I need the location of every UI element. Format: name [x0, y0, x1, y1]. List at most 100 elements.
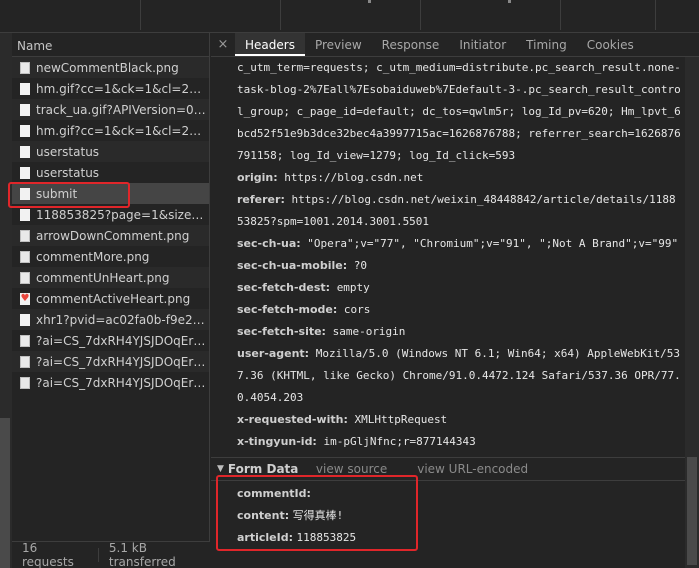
network-timeline — [0, 0, 699, 33]
header-value: ?0 — [353, 259, 367, 272]
header-value: c_utm_term=requests; c_utm_medium=distri… — [237, 61, 681, 162]
header-value: cors — [343, 303, 371, 316]
file-icon — [20, 124, 30, 137]
file-icon — [20, 313, 30, 326]
request-name: hm.gif?cc=1&ck=1&cl=24-bit… — [36, 123, 206, 138]
request-row[interactable]: ?ai=CS_7dxRH4YJSJDOqErtoPi… — [12, 351, 209, 372]
file-icon — [20, 82, 30, 95]
request-row[interactable]: ?ai=CS_7dxRH4YJSJDOqErtoPi… — [12, 330, 209, 351]
tab-cookies[interactable]: Cookies — [577, 33, 644, 56]
request-name: commentMore.png — [36, 249, 150, 264]
header-row: user-agent: Mozilla/5.0 (Windows NT 6.1;… — [211, 343, 685, 409]
status-bar: 16 requests 5.1 kB transferred — [12, 541, 210, 568]
header-key: origin: — [237, 171, 278, 184]
request-name: commentUnHeart.png — [36, 270, 170, 285]
header-value: empty — [336, 281, 370, 294]
view-source-link[interactable]: view source — [316, 462, 387, 476]
request-row[interactable]: commentUnHeart.png — [12, 267, 209, 288]
image-file-icon — [20, 334, 30, 347]
image-file-icon — [20, 250, 30, 263]
image-file-icon — [20, 271, 30, 284]
request-name: commentActiveHeart.png — [36, 291, 191, 306]
left-gutter — [0, 33, 12, 568]
timeline-tick — [655, 0, 656, 30]
request-name: ?ai=CS_7dxRH4YJSJDOqErtoPi… — [36, 375, 206, 390]
triangle-down-icon[interactable]: ▼ — [217, 464, 224, 474]
tab-response[interactable]: Response — [372, 33, 450, 56]
request-row[interactable]: newCommentBlack.png — [12, 57, 209, 78]
request-row[interactable]: commentMore.png — [12, 246, 209, 267]
header-key: sec-fetch-mode: — [237, 303, 338, 316]
request-row[interactable]: arrowDownComment.png — [12, 225, 209, 246]
header-row: referer: https://blog.csdn.net/weixin_48… — [211, 189, 685, 233]
request-list-panel: Name newCommentBlack.png hm.gif?cc=1&ck=1… — [12, 33, 210, 568]
header-key: referer: — [237, 193, 285, 206]
file-icon — [20, 166, 30, 179]
request-row[interactable]: hm.gif?cc=1&ck=1&cl=24-bit… — [12, 120, 209, 141]
request-row[interactable]: ♥ commentActiveHeart.png — [12, 288, 209, 309]
header-value: XMLHttpRequest — [354, 413, 448, 426]
image-file-icon — [20, 376, 30, 389]
request-row[interactable]: track_ua.gif?APIVersion=0.6.0… — [12, 99, 209, 120]
transferred-size: 5.1 kB transferred — [108, 541, 176, 568]
request-count: 16 requests — [22, 541, 74, 568]
heart-icon: ♥ — [20, 292, 30, 305]
header-key: sec-fetch-site: — [237, 325, 326, 338]
request-name: hm.gif?cc=1&ck=1&cl=24-bit… — [36, 81, 206, 96]
header-row: sec-fetch-dest: empty — [211, 277, 685, 299]
details-tab-bar: × Headers Preview Response Initiator Timing C… — [211, 33, 699, 57]
form-data-title: Form Data — [227, 462, 299, 476]
tab-timing[interactable]: Timing — [516, 33, 577, 56]
image-file-icon — [20, 355, 30, 368]
request-name: track_ua.gif?APIVersion=0.6.0… — [36, 102, 206, 117]
request-row[interactable]: hm.gif?cc=1&ck=1&cl=24-bit… — [12, 78, 209, 99]
name-column-header[interactable]: Name — [12, 33, 209, 57]
request-name: xhr1?pvid=ac02fa0b-f9e2-43b… — [36, 312, 206, 327]
timeline-blip — [368, 0, 371, 3]
header-key: sec-fetch-dest: — [237, 281, 331, 294]
header-value: "Opera";v="77", "Chromium";v="91", ";Not… — [307, 237, 679, 250]
request-name: arrowDownComment.png — [36, 228, 190, 243]
tab-initiator[interactable]: Initiator — [449, 33, 516, 56]
request-name: userstatus — [36, 144, 100, 159]
timeline-tick — [560, 0, 561, 30]
request-row[interactable]: xhr1?pvid=ac02fa0b-f9e2-43b… — [12, 309, 209, 330]
timeline-tick — [140, 0, 141, 30]
request-row[interactable]: ?ai=CS_7dxRH4YJSJDOqErtoPi… — [12, 372, 209, 393]
header-row: sec-ch-ua-mobile: ?0 — [211, 255, 685, 277]
request-name: newCommentBlack.png — [36, 60, 179, 75]
header-key: user-agent: — [237, 347, 310, 360]
request-name: ?ai=CS_7dxRH4YJSJDOqErtoPi… — [36, 333, 206, 348]
file-icon — [20, 145, 30, 158]
header-value: https://blog.csdn.net — [284, 171, 424, 184]
image-file-icon — [20, 229, 30, 242]
scrollbar-thumb[interactable] — [687, 457, 697, 565]
cookie-header-continuation: c_utm_term=requests; c_utm_medium=distri… — [211, 57, 685, 167]
file-icon — [20, 208, 30, 221]
header-key: sec-ch-ua: — [237, 237, 301, 250]
status-separator — [97, 548, 99, 562]
request-row[interactable]: userstatus — [12, 162, 209, 183]
tab-preview[interactable]: Preview — [305, 33, 372, 56]
timeline-blip — [508, 0, 511, 3]
header-row: x-tingyun-id: im-pGljNfnc;r=877144343 — [211, 431, 685, 453]
file-icon — [20, 103, 30, 116]
request-name: userstatus — [36, 165, 100, 180]
request-list: newCommentBlack.png hm.gif?cc=1&ck=1&cl=2… — [12, 57, 209, 393]
view-url-encoded-link[interactable]: view URL-encoded — [417, 462, 528, 476]
header-row: sec-ch-ua: "Opera";v="77", "Chromium";v=… — [211, 233, 685, 255]
header-row: sec-fetch-site: same-origin — [211, 321, 685, 343]
request-row[interactable]: userstatus — [12, 141, 209, 162]
header-value: im-pGljNfnc;r=877144343 — [323, 435, 476, 448]
close-icon[interactable]: × — [211, 33, 235, 56]
details-scrollbar[interactable] — [685, 57, 699, 568]
header-key: x-tingyun-id: — [237, 435, 317, 448]
header-row: x-requested-with: XMLHttpRequest — [211, 409, 685, 431]
timeline-tick — [420, 0, 421, 30]
timeline-tick — [280, 0, 281, 30]
gutter-scroll-area[interactable] — [0, 418, 10, 568]
request-name: ?ai=CS_7dxRH4YJSJDOqErtoPi… — [36, 354, 206, 369]
header-value: same-origin — [332, 325, 406, 338]
form-data-highlight — [216, 475, 418, 551]
tab-headers[interactable]: Headers — [235, 33, 305, 56]
